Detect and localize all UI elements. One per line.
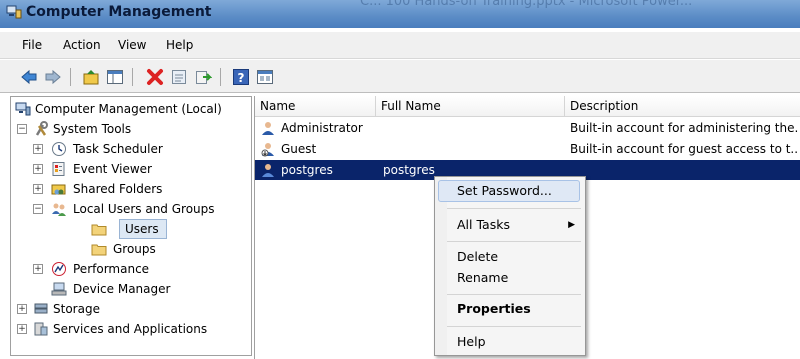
column-header-description[interactable]: Description [565,96,800,116]
show-hide-tree-icon[interactable] [106,68,124,86]
shared-folder-icon [51,184,66,195]
menu-item-set-password[interactable]: Set Password... [457,183,552,198]
menu-item-delete[interactable]: Delete [457,249,498,264]
tree-label: Services and Applications [53,322,208,336]
tree-label: Local Users and Groups [73,202,215,216]
services-icon [34,322,48,336]
menu-help[interactable]: Help [166,38,193,52]
tree-label: Groups [113,242,156,256]
expand-toggle-icon[interactable]: + [33,144,43,154]
table-row[interactable]: Guest Built-in account for guest access … [255,139,800,159]
toolbar-separator [220,68,221,86]
menu-item-rename[interactable]: Rename [457,270,508,285]
cell-description: Built-in account for administering the..… [570,121,798,135]
expand-toggle-icon[interactable]: + [33,264,43,274]
toolbar-separator [132,68,133,86]
performance-icon [52,262,66,276]
toolbar-separator [70,68,71,86]
delete-icon[interactable] [146,68,164,86]
console-icon[interactable] [256,68,274,86]
menu-separator [447,326,581,327]
cell-name: Administrator [281,121,363,135]
users-group-icon [52,203,66,216]
expand-toggle-icon[interactable]: + [17,324,27,334]
tree-label: Task Scheduler [73,142,163,156]
tree-label: Shared Folders [73,182,163,196]
menu-bar: File Action View Help [0,32,800,59]
svg-text:?: ? [238,71,245,85]
tree-label: Performance [73,262,150,276]
menu-item-label: All Tasks [457,217,510,232]
background-window-title: C... 100 Hands-on Training.pptx - Micros… [360,0,693,9]
expand-toggle-icon[interactable]: + [33,164,43,174]
tree-label: System Tools [53,122,132,136]
list-header: Name Full Name Description [255,96,800,117]
tree-label: Device Manager [73,282,171,296]
computer-management-icon [15,102,31,116]
menu-item-help[interactable]: Help [457,334,486,349]
help-icon[interactable]: ? [232,68,250,86]
user-icon [262,122,274,135]
collapse-toggle-icon[interactable]: − [17,124,27,134]
table-row[interactable]: Administrator Built-in account for admin… [255,118,800,138]
event-viewer-icon [52,162,65,176]
context-menu: Set Password... All Tasks ▶ Delete Renam… [434,176,586,356]
expand-toggle-icon[interactable]: + [17,304,27,314]
column-header-name[interactable]: Name [255,96,376,116]
back-arrow-icon[interactable] [20,68,38,86]
submenu-arrow-icon: ▶ [568,220,575,230]
menu-separator [447,208,581,209]
clock-icon [52,142,66,156]
menu-separator [447,241,581,242]
cell-name: Guest [281,142,317,156]
user-disabled-icon [261,143,274,157]
context-menu-gutter [435,177,447,355]
tree-label: Storage [53,302,100,316]
toolbar: ? [0,60,800,93]
cell-description: Built-in account for guest access to t..… [570,142,798,156]
console-tree: Computer Management (Local) − System Too… [10,96,252,356]
user-icon [262,164,274,177]
expand-toggle-icon[interactable]: + [33,184,43,194]
up-folder-icon[interactable] [82,68,100,86]
computer-management-icon [6,5,22,19]
device-manager-icon [51,282,67,296]
menu-action[interactable]: Action [63,38,101,52]
menu-view[interactable]: View [118,38,146,52]
system-tools-icon [35,121,48,136]
tree-label: Users [125,222,159,236]
menu-item-properties[interactable]: Properties [457,301,531,316]
tree-label: Computer Management (Local) [35,102,222,116]
tree-label: Event Viewer [73,162,152,176]
export-icon[interactable] [194,68,212,86]
storage-icon [34,303,48,314]
window-title: Computer Management [26,4,212,20]
menu-separator [447,294,581,295]
cell-full-name: postgres [383,163,435,177]
folder-icon [91,224,107,236]
column-header-full-name[interactable]: Full Name [376,96,565,116]
properties-icon[interactable] [170,68,188,86]
cell-name: postgres [281,163,333,177]
menu-item-all-tasks[interactable]: All Tasks ▶ [457,217,575,232]
menu-file[interactable]: File [22,38,42,52]
folder-icon [91,244,107,256]
collapse-toggle-icon[interactable]: − [33,204,43,214]
title-bar: Computer Management C... 100 Hands-on Tr… [0,0,800,28]
forward-arrow-icon[interactable] [44,68,62,86]
